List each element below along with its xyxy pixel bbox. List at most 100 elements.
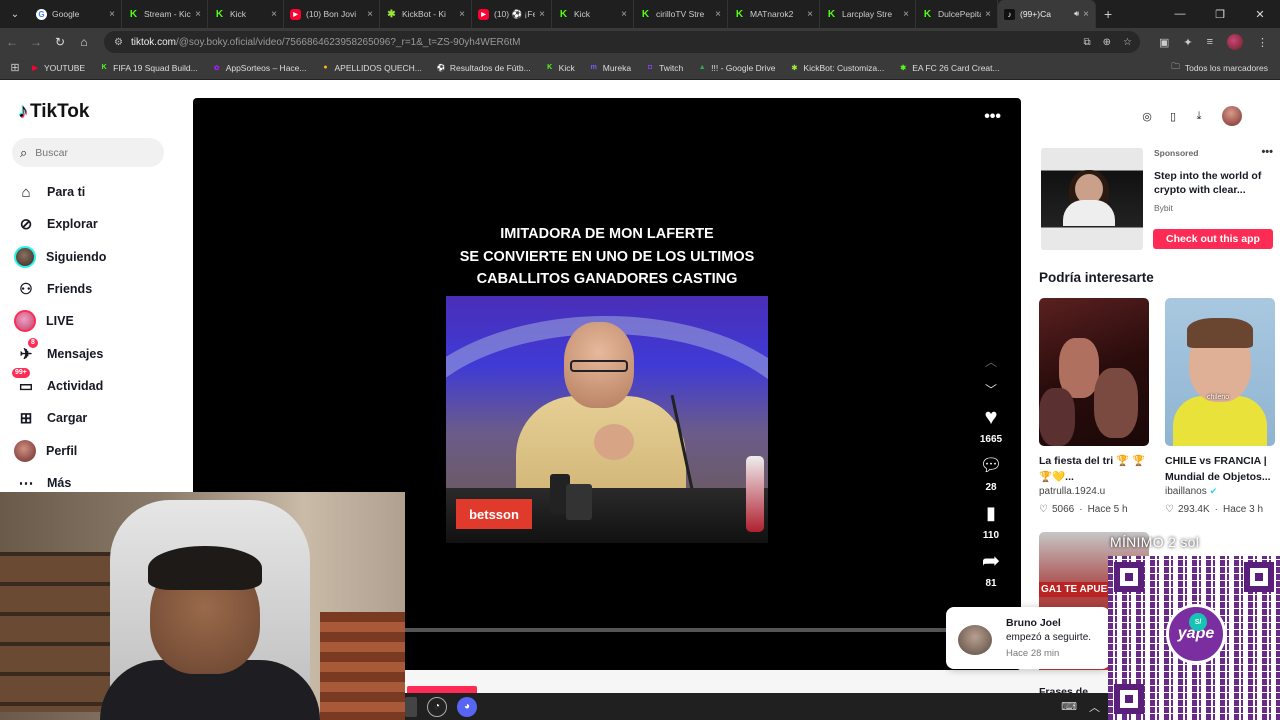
- zoom-icon[interactable]: ⊕: [1103, 37, 1111, 48]
- browser-tab[interactable]: K Stream - Kick ×: [122, 0, 208, 28]
- close-tab-icon[interactable]: ×: [367, 9, 373, 20]
- search-box[interactable]: ⌕: [12, 138, 164, 167]
- phone-app-icon[interactable]: ▯: [1166, 109, 1180, 123]
- bookmark-item[interactable]: m Mureka: [589, 63, 631, 73]
- user-avatar[interactable]: [1222, 106, 1242, 126]
- bookmark-save-icon[interactable]: ▮: [973, 500, 1009, 526]
- sponsored-ad[interactable]: Sponsored ••• Step into the world of cry…: [1041, 146, 1273, 250]
- sidebar-item-live[interactable]: LIVE: [14, 305, 184, 337]
- cup: [566, 484, 592, 520]
- sidebar-item-cargar[interactable]: ⊞ Cargar: [14, 402, 184, 434]
- sidebar-item-actividad[interactable]: ▭ 99+ Actividad: [12, 367, 184, 402]
- minimize-button[interactable]: —: [1160, 8, 1200, 20]
- previous-video-chevron-up-icon[interactable]: ︿: [973, 348, 1009, 376]
- tiktok-logo[interactable]: ♪ TikTok: [18, 100, 89, 123]
- comment-bubble-icon[interactable]: 💬︎: [973, 452, 1009, 478]
- close-tab-icon[interactable]: ×: [621, 9, 627, 20]
- tab-audio-icon[interactable]: 🔊︎: [1074, 9, 1079, 19]
- ad-more-icon[interactable]: •••: [1261, 146, 1273, 158]
- sidebar-item-para-ti[interactable]: ⌂ Para ti: [14, 176, 184, 208]
- sidebar-item-siguiendo[interactable]: Siguiendo: [14, 241, 184, 273]
- tray-chevron-icon[interactable]: ︿: [1089, 699, 1100, 715]
- close-tab-icon[interactable]: ×: [271, 9, 277, 20]
- search-input[interactable]: [35, 146, 146, 159]
- bookmark-item[interactable]: K Kick: [545, 63, 575, 73]
- close-window-button[interactable]: ✕: [1240, 8, 1280, 21]
- bookmark-item[interactable]: K FIFA 19 Squad Build...: [99, 63, 198, 73]
- browser-tab[interactable]: KcirilloTV Stre ×: [634, 0, 728, 28]
- close-tab-icon[interactable]: ×: [195, 9, 201, 20]
- address-bar[interactable]: ⚙ tiktok.com /@soy.boky.oficial/video/75…: [104, 31, 1140, 53]
- bookmark-item[interactable]: ✱ KickBot: Customiza...: [789, 63, 884, 73]
- suggested-video-card[interactable]: La fiesta del tri 🏆 🏆🏆💛... patrulla.1924…: [1039, 298, 1149, 515]
- tab-search-chevron-icon[interactable]: ⌄: [4, 4, 26, 24]
- all-bookmarks[interactable]: 🗀 Todos los marcadores: [1171, 56, 1268, 80]
- video-more-options-icon[interactable]: •••: [984, 108, 1001, 126]
- back-button[interactable]: ←: [0, 35, 24, 49]
- close-tab-icon[interactable]: ×: [715, 9, 721, 20]
- bookmark-item[interactable]: ⚽ Resultados de Fútb...: [436, 63, 531, 73]
- video-progress-bar[interactable]: [405, 628, 1021, 632]
- extensions-puzzle-icon[interactable]: ✦: [1183, 36, 1192, 49]
- taskbar-app-icon[interactable]: [405, 696, 417, 717]
- sidebar-item-perfil[interactable]: Perfil: [14, 434, 184, 466]
- browser-tab[interactable]: ✱ KickBot - Ki ×: [380, 0, 472, 28]
- browser-tab[interactable]: ▶ (10) Bon Jovi ×: [284, 0, 380, 28]
- forward-button[interactable]: →: [24, 35, 48, 49]
- bookmark-item[interactable]: ▲ !!! - Google Drive: [697, 63, 776, 73]
- browser-tab[interactable]: K MATnarok2 ×: [728, 0, 820, 28]
- sidebar-item-friends[interactable]: ⚇ Friends: [14, 273, 184, 305]
- close-tab-icon[interactable]: ×: [1083, 9, 1089, 20]
- search-icon[interactable]: ⌕: [20, 145, 27, 161]
- install-app-icon[interactable]: ⧉: [1084, 37, 1091, 48]
- keyboard-icon[interactable]: ⌨: [1061, 700, 1077, 713]
- browser-profile-avatar[interactable]: [1227, 34, 1243, 50]
- new-tab-button[interactable]: +: [1104, 6, 1112, 22]
- bookmark-item[interactable]: ▶ YOUTUBE: [30, 63, 85, 73]
- follow-notification[interactable]: Bruno Joel empezó a seguirte. Hace 28 mi…: [946, 607, 1110, 669]
- bookmark-star-icon[interactable]: ☆: [1123, 37, 1132, 48]
- ad-cta-button[interactable]: Check out this app: [1153, 229, 1273, 249]
- card-author[interactable]: patrulla.1924.u: [1039, 486, 1149, 497]
- site-info-icon[interactable]: ⚙: [114, 37, 123, 48]
- sidebar-item-explorar[interactable]: ⊘ Explorar: [14, 208, 184, 240]
- bookmark-label: Kick: [558, 62, 575, 73]
- media-control-icon[interactable]: ≡: [1207, 36, 1213, 48]
- browser-tab[interactable]: ♪ (99+)Ca 🔊︎ ×: [998, 0, 1096, 28]
- browser-tab[interactable]: ▶ (10) ⚽ ¡Fel ×: [472, 0, 552, 28]
- card-author[interactable]: ibaillanos ✔: [1165, 486, 1275, 497]
- close-tab-icon[interactable]: ×: [459, 9, 465, 20]
- obs-icon[interactable]: ◔: [427, 696, 447, 717]
- browser-tab[interactable]: K Larcplay Stre ×: [820, 0, 916, 28]
- close-tab-icon[interactable]: ×: [109, 9, 115, 20]
- extension-icon[interactable]: ▣: [1159, 36, 1169, 49]
- close-tab-icon[interactable]: ×: [539, 9, 545, 20]
- bookmark-item[interactable]: ✱ EA FC 26 Card Creat...: [898, 63, 999, 73]
- home-button[interactable]: ⌂: [72, 35, 96, 49]
- bookmark-item[interactable]: ● APELLIDOS QUECH...: [320, 63, 422, 73]
- close-tab-icon[interactable]: ×: [903, 9, 909, 20]
- profile-avatar-icon: [14, 439, 36, 462]
- close-tab-icon[interactable]: ×: [985, 9, 991, 20]
- bookmark-item[interactable]: ✿ AppSorteos – Hace...: [212, 63, 307, 73]
- bookmark-item[interactable]: ◘ Twitch: [645, 63, 683, 73]
- discord-icon[interactable]: ◕: [457, 696, 477, 717]
- bookmark-label: YOUTUBE: [44, 62, 86, 73]
- apps-grid-icon[interactable]: ⊞: [0, 61, 30, 74]
- bookmark-label: AppSorteos – Hace...: [225, 62, 307, 73]
- browser-tab[interactable]: G Google ×: [30, 0, 122, 28]
- browser-tab[interactable]: K Kick ×: [208, 0, 284, 28]
- download-icon[interactable]: ⤓: [1192, 109, 1206, 123]
- next-video-chevron-down-icon[interactable]: ﹀: [973, 376, 1009, 404]
- sidebar-item-mensajes[interactable]: ✈ 8 Mensajes: [14, 337, 184, 369]
- suggested-video-card[interactable]: chileno CHILE vs FRANCIA | Mundial de Ob…: [1165, 298, 1275, 515]
- browser-menu-icon[interactable]: ⋮: [1257, 36, 1268, 49]
- browser-tab[interactable]: K Kick ×: [552, 0, 634, 28]
- close-tab-icon[interactable]: ×: [807, 9, 813, 20]
- maximize-button[interactable]: ❐: [1200, 8, 1240, 21]
- browser-tab[interactable]: K DulcePepita ×: [916, 0, 998, 28]
- share-arrow-icon[interactable]: ➦: [973, 548, 1009, 574]
- compass-icon[interactable]: ◎: [1140, 109, 1154, 123]
- like-heart-icon[interactable]: ♥: [973, 404, 1009, 430]
- reload-button[interactable]: ↻: [48, 35, 72, 49]
